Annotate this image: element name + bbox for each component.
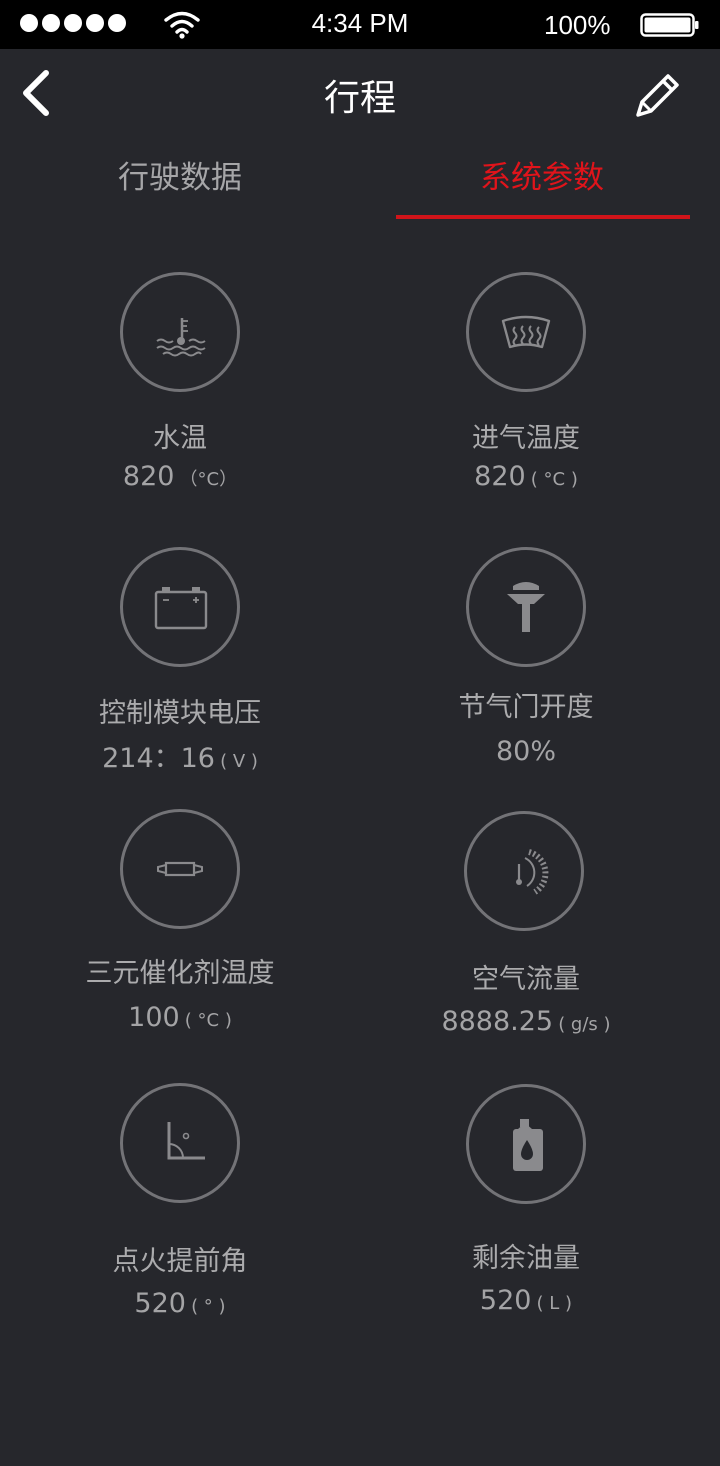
- ignition-angle-icon: [167, 1122, 205, 1160]
- param-label: 进气温度: [472, 423, 580, 454]
- status-time: 4:34 PM: [311, 8, 409, 38]
- back-icon[interactable]: [14, 67, 58, 119]
- param-value: 820: [122, 461, 175, 492]
- battery-voltage-icon: [154, 587, 208, 630]
- param-ignition-advance[interactable]: 点火提前角 520 ( ° ): [30, 1083, 330, 1319]
- throttle-icon: [507, 582, 545, 632]
- param-reading: 100 ( °C ): [30, 1002, 330, 1033]
- status-bar: 4:34 PM 100%: [0, 0, 720, 49]
- param-intake-temp[interactable]: 进气温度 820 ( °C ): [376, 272, 676, 492]
- param-reading: 80%: [376, 736, 676, 767]
- coolant-temperature-icon: [156, 318, 206, 357]
- param-reading: 820 （°C）: [30, 461, 330, 492]
- param-icon-circle: [466, 547, 586, 667]
- param-label: 节气门开度: [458, 692, 594, 723]
- param-unit: ( V ): [220, 751, 258, 772]
- param-icon-circle: [120, 547, 240, 667]
- airflow-gauge-icon: [516, 849, 549, 895]
- param-icon-circle: [120, 809, 240, 929]
- param-label: 剩余油量: [472, 1243, 580, 1274]
- param-unit: ( L ): [536, 1293, 573, 1314]
- edit-pencil-icon[interactable]: [630, 69, 684, 123]
- battery-percentage: 100%: [544, 10, 611, 40]
- param-reading: 820 ( °C ): [376, 461, 676, 492]
- param-value: 8888.25: [441, 1006, 554, 1037]
- battery-icon: [640, 13, 699, 37]
- nav-bar: 行程: [0, 49, 720, 139]
- param-icon-circle: [466, 1084, 586, 1204]
- param-reading: 214：16 ( V ): [30, 736, 330, 775]
- active-tab-indicator: [396, 215, 690, 219]
- param-reading: 520 ( L ): [376, 1285, 676, 1316]
- param-unit: ( g/s ): [558, 1014, 611, 1035]
- tab-bar: 行驶数据 系统参数: [0, 150, 720, 222]
- param-label: 水温: [153, 423, 207, 454]
- param-icon-circle: [120, 1083, 240, 1203]
- param-label: 三元催化剂温度: [85, 958, 275, 989]
- param-value: 214：16: [102, 743, 215, 774]
- defrost-intake-icon: [501, 315, 551, 349]
- param-label: 空气流量: [472, 964, 580, 995]
- param-icon-circle: [120, 272, 240, 392]
- param-reading: 520 ( ° ): [30, 1288, 330, 1319]
- param-catalyst-temp[interactable]: 三元催化剂温度 100 ( °C ): [30, 809, 330, 1033]
- param-unit: ( ° ): [191, 1296, 226, 1317]
- param-unit: ( °C ): [530, 469, 578, 490]
- catalyst-icon: [157, 861, 203, 877]
- tab-system-params[interactable]: 系统参数: [392, 150, 692, 220]
- param-reading: 8888.25 ( g/s ): [376, 1006, 676, 1037]
- param-water-temp[interactable]: 水温 820 （°C）: [30, 272, 330, 492]
- param-label: 点火提前角: [112, 1246, 248, 1277]
- param-label: 控制模块电压: [99, 698, 261, 729]
- param-value: 100: [128, 1002, 180, 1033]
- param-value: 820: [474, 461, 526, 492]
- oil-can-icon: [513, 1119, 543, 1171]
- page-title: 行程: [323, 78, 396, 119]
- param-icon-circle: [466, 272, 586, 392]
- param-remaining-fuel[interactable]: 剩余油量 520 ( L ): [376, 1084, 676, 1316]
- param-value: 80%: [495, 736, 556, 767]
- param-icon-circle: [464, 811, 584, 931]
- param-throttle-opening[interactable]: 节气门开度 80%: [376, 547, 676, 767]
- tab-driving-data[interactable]: 行驶数据: [30, 150, 330, 220]
- param-unit: ( °C ): [184, 1010, 232, 1031]
- param-unit: （°C）: [179, 469, 238, 490]
- param-air-flow[interactable]: 空气流量 8888.25 ( g/s ): [376, 811, 676, 1037]
- param-value: 520: [134, 1288, 186, 1319]
- param-value: 520: [479, 1285, 532, 1316]
- param-module-voltage[interactable]: 控制模块电压 214：16 ( V ): [30, 547, 330, 775]
